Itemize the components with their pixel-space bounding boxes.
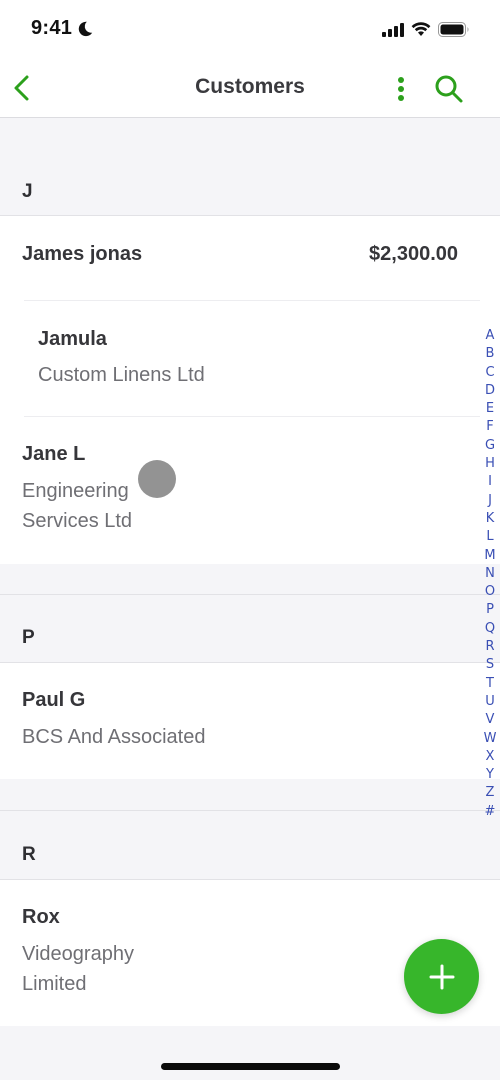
index-letter[interactable]: # xyxy=(485,803,496,821)
customer-company: BCS And Associated xyxy=(22,726,206,748)
index-letter[interactable]: X xyxy=(486,748,495,766)
vertical-ellipsis-icon xyxy=(398,77,404,101)
index-letter[interactable]: A xyxy=(486,327,495,345)
index-letter[interactable]: M xyxy=(484,547,495,565)
index-letter[interactable]: B xyxy=(486,345,495,363)
do-not-disturb-moon-icon xyxy=(78,21,93,37)
customer-name: Jane L xyxy=(22,443,86,465)
section-header-r: R xyxy=(0,779,500,879)
status-icons xyxy=(382,22,470,37)
index-letter[interactable]: O xyxy=(485,583,495,601)
customer-row[interactable]: Jane L Engineering Services Ltd xyxy=(0,417,500,564)
add-customer-button[interactable] xyxy=(404,939,479,1014)
customer-company-line1: Videography xyxy=(22,943,134,965)
index-letter[interactable]: V xyxy=(486,711,495,729)
more-options-button[interactable] xyxy=(390,73,412,105)
status-time: 9:41 xyxy=(31,17,73,39)
index-letter[interactable]: H xyxy=(485,455,495,473)
index-letter[interactable]: Q xyxy=(485,620,495,638)
index-letter[interactable]: J xyxy=(488,492,492,510)
customer-balance: $2,300.00 xyxy=(369,243,458,265)
index-letter[interactable]: K xyxy=(486,510,495,528)
section-header-j: J xyxy=(0,119,500,216)
section-header-p: P xyxy=(0,564,500,662)
index-letter[interactable]: N xyxy=(485,565,495,583)
customer-row[interactable]: James jonas $2,300.00 xyxy=(0,216,500,301)
section-letter: P xyxy=(22,627,35,648)
index-letter[interactable]: T xyxy=(486,675,494,693)
index-letter[interactable]: L xyxy=(486,528,493,546)
navigation-bar: Customers xyxy=(0,60,500,118)
customer-company-line2: Limited xyxy=(22,973,87,995)
index-letter[interactable]: Y xyxy=(486,766,494,784)
search-button[interactable] xyxy=(432,72,466,106)
customer-company-line2: Services Ltd xyxy=(22,510,133,532)
index-letter[interactable]: U xyxy=(485,693,495,711)
index-letter[interactable]: C xyxy=(485,364,494,382)
customer-name: Paul G xyxy=(22,689,86,711)
divider xyxy=(0,594,500,595)
index-letter[interactable]: R xyxy=(485,638,494,656)
divider xyxy=(0,810,500,811)
wifi-icon xyxy=(411,22,431,36)
section-letter: R xyxy=(22,844,36,865)
index-letter[interactable]: I xyxy=(488,473,492,491)
customer-name: Jamula xyxy=(38,328,107,350)
index-letter[interactable]: Z xyxy=(486,784,495,802)
index-letter[interactable]: W xyxy=(484,730,497,748)
customer-company-line1: Engineering xyxy=(22,480,129,502)
index-letter[interactable]: E xyxy=(486,400,494,418)
page-title: Customers xyxy=(195,75,305,98)
customer-row[interactable]: Jamula Custom Linens Ltd xyxy=(0,301,500,417)
search-icon xyxy=(435,75,463,103)
customer-company: Custom Linens Ltd xyxy=(38,364,205,386)
touch-indicator xyxy=(138,460,176,498)
battery-icon xyxy=(438,22,469,37)
status-bar: 9:41 xyxy=(0,0,500,60)
index-letter[interactable]: D xyxy=(485,382,495,400)
index-letter[interactable]: F xyxy=(486,418,493,436)
index-letter[interactable]: P xyxy=(486,601,494,619)
plus-icon xyxy=(429,964,454,989)
home-indicator xyxy=(161,1063,340,1070)
customer-name: Rox xyxy=(22,906,60,928)
alphabet-index[interactable]: A B C D E F G H I J K L M N O P Q R S T U V W X Y Z # xyxy=(480,327,500,821)
customer-name: James jonas xyxy=(22,243,143,265)
customer-row[interactable]: Paul G BCS And Associated xyxy=(0,663,500,779)
index-letter[interactable]: S xyxy=(486,656,494,674)
index-letter[interactable]: G xyxy=(485,437,495,455)
cellular-signal-icon xyxy=(382,22,404,37)
section-letter: J xyxy=(22,181,33,202)
